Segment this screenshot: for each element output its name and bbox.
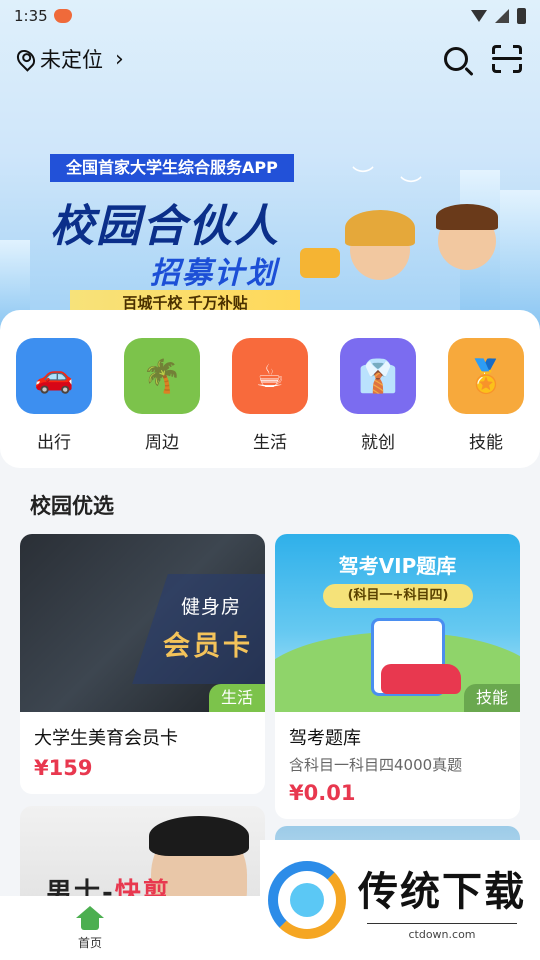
location-selector[interactable]: 未定位 › bbox=[13, 44, 124, 74]
status-bar: 1:35 bbox=[0, 0, 540, 32]
product-tag: 技能 bbox=[463, 684, 520, 712]
section-title: 校园优选 bbox=[30, 494, 114, 518]
palm-tree-icon: 🌴 bbox=[124, 338, 200, 414]
product-image: 驾考VIP题库 (科目一+科目四) 技能 bbox=[275, 534, 520, 712]
battery-icon bbox=[517, 8, 526, 24]
watermark-logo bbox=[268, 861, 346, 939]
watermark-overlay: 传统下载 ctdown.com bbox=[260, 840, 540, 960]
nav-label: 首页 bbox=[77, 936, 102, 950]
app-notification-icon bbox=[53, 9, 72, 23]
product-price: ¥159 bbox=[34, 756, 93, 780]
scan-icon[interactable] bbox=[492, 45, 522, 73]
image-text: 驾考VIP题库 bbox=[338, 554, 457, 578]
category-item-jobs[interactable]: 👔 就创 bbox=[333, 338, 423, 453]
image-text: 健身房 bbox=[180, 596, 241, 618]
location-label: 未定位 bbox=[40, 48, 103, 72]
category-label: 技能 bbox=[469, 433, 503, 453]
signal-icon bbox=[495, 9, 509, 23]
bird-icon: ︶ bbox=[352, 166, 375, 191]
search-icon[interactable] bbox=[444, 47, 468, 71]
product-title: 大学生美育会员卡 bbox=[34, 728, 178, 749]
car-graphic bbox=[381, 664, 461, 694]
category-item-travel[interactable]: 🚗 出行 bbox=[9, 338, 99, 453]
category-item-nearby[interactable]: 🌴 周边 bbox=[117, 338, 207, 453]
category-item-skills[interactable]: 🏅 技能 bbox=[441, 338, 531, 453]
location-pin-icon bbox=[13, 46, 39, 72]
banner-title: 校园合伙人 bbox=[50, 201, 280, 252]
category-label: 就创 bbox=[361, 433, 395, 453]
category-item-life[interactable]: ☕ 生活 bbox=[225, 338, 315, 453]
product-price: ¥0.01 bbox=[289, 781, 356, 805]
cartoon-boy-hair bbox=[436, 204, 498, 230]
nav-item-home[interactable]: 首页 bbox=[58, 906, 122, 951]
image-text: 会员卡 bbox=[163, 631, 253, 662]
cartoon-girl-hair bbox=[345, 210, 415, 246]
category-label: 周边 bbox=[145, 433, 179, 453]
bird-icon: ︶ bbox=[400, 176, 423, 201]
product-image: 健身房 会员卡 生活 bbox=[20, 534, 265, 712]
category-label: 生活 bbox=[253, 433, 287, 453]
car-icon: 🚗 bbox=[16, 338, 92, 414]
watermark-url: ctdown.com bbox=[367, 923, 517, 941]
coffee-cup-icon: ☕ bbox=[232, 338, 308, 414]
watermark-brand: 传统下载 bbox=[358, 869, 526, 915]
wifi-icon bbox=[471, 10, 487, 22]
promo-banner[interactable]: 全国首家大学生综合服务APP 校园合伙人 招募计划 百城千校 千万补贴 ︶ ︶ bbox=[0, 140, 540, 320]
man-hair-illustration bbox=[149, 816, 249, 856]
chevron-right-icon: › bbox=[115, 46, 124, 72]
category-label: 出行 bbox=[37, 433, 71, 453]
tie-icon: 👔 bbox=[340, 338, 416, 414]
status-time: 1:35 bbox=[14, 7, 48, 25]
banner-tag: 全国首家大学生综合服务APP bbox=[50, 154, 294, 182]
product-card-haircut[interactable]: 男士-快剪 bbox=[20, 806, 265, 906]
product-tag: 生活 bbox=[208, 684, 265, 712]
badge-icon: 🏅 bbox=[448, 338, 524, 414]
product-card-driving[interactable]: 驾考VIP题库 (科目一+科目四) 技能 驾考题库 含科目一科目四4000真题 … bbox=[275, 534, 520, 819]
product-card-gym[interactable]: 健身房 会员卡 生活 大学生美育会员卡 ¥159 bbox=[20, 534, 265, 794]
image-text: (科目一+科目四) bbox=[323, 584, 473, 608]
product-desc: 含科目一科目四4000真题 bbox=[289, 756, 463, 774]
top-bar: 未定位 › bbox=[0, 38, 540, 80]
product-title: 驾考题库 bbox=[289, 728, 361, 749]
megaphone-icon bbox=[300, 248, 340, 278]
home-icon bbox=[76, 906, 104, 930]
banner-subtitle: 招募计划 bbox=[150, 256, 278, 291]
category-grid: 🚗 出行 🌴 周边 ☕ 生活 👔 就创 🏅 技能 bbox=[0, 310, 540, 468]
